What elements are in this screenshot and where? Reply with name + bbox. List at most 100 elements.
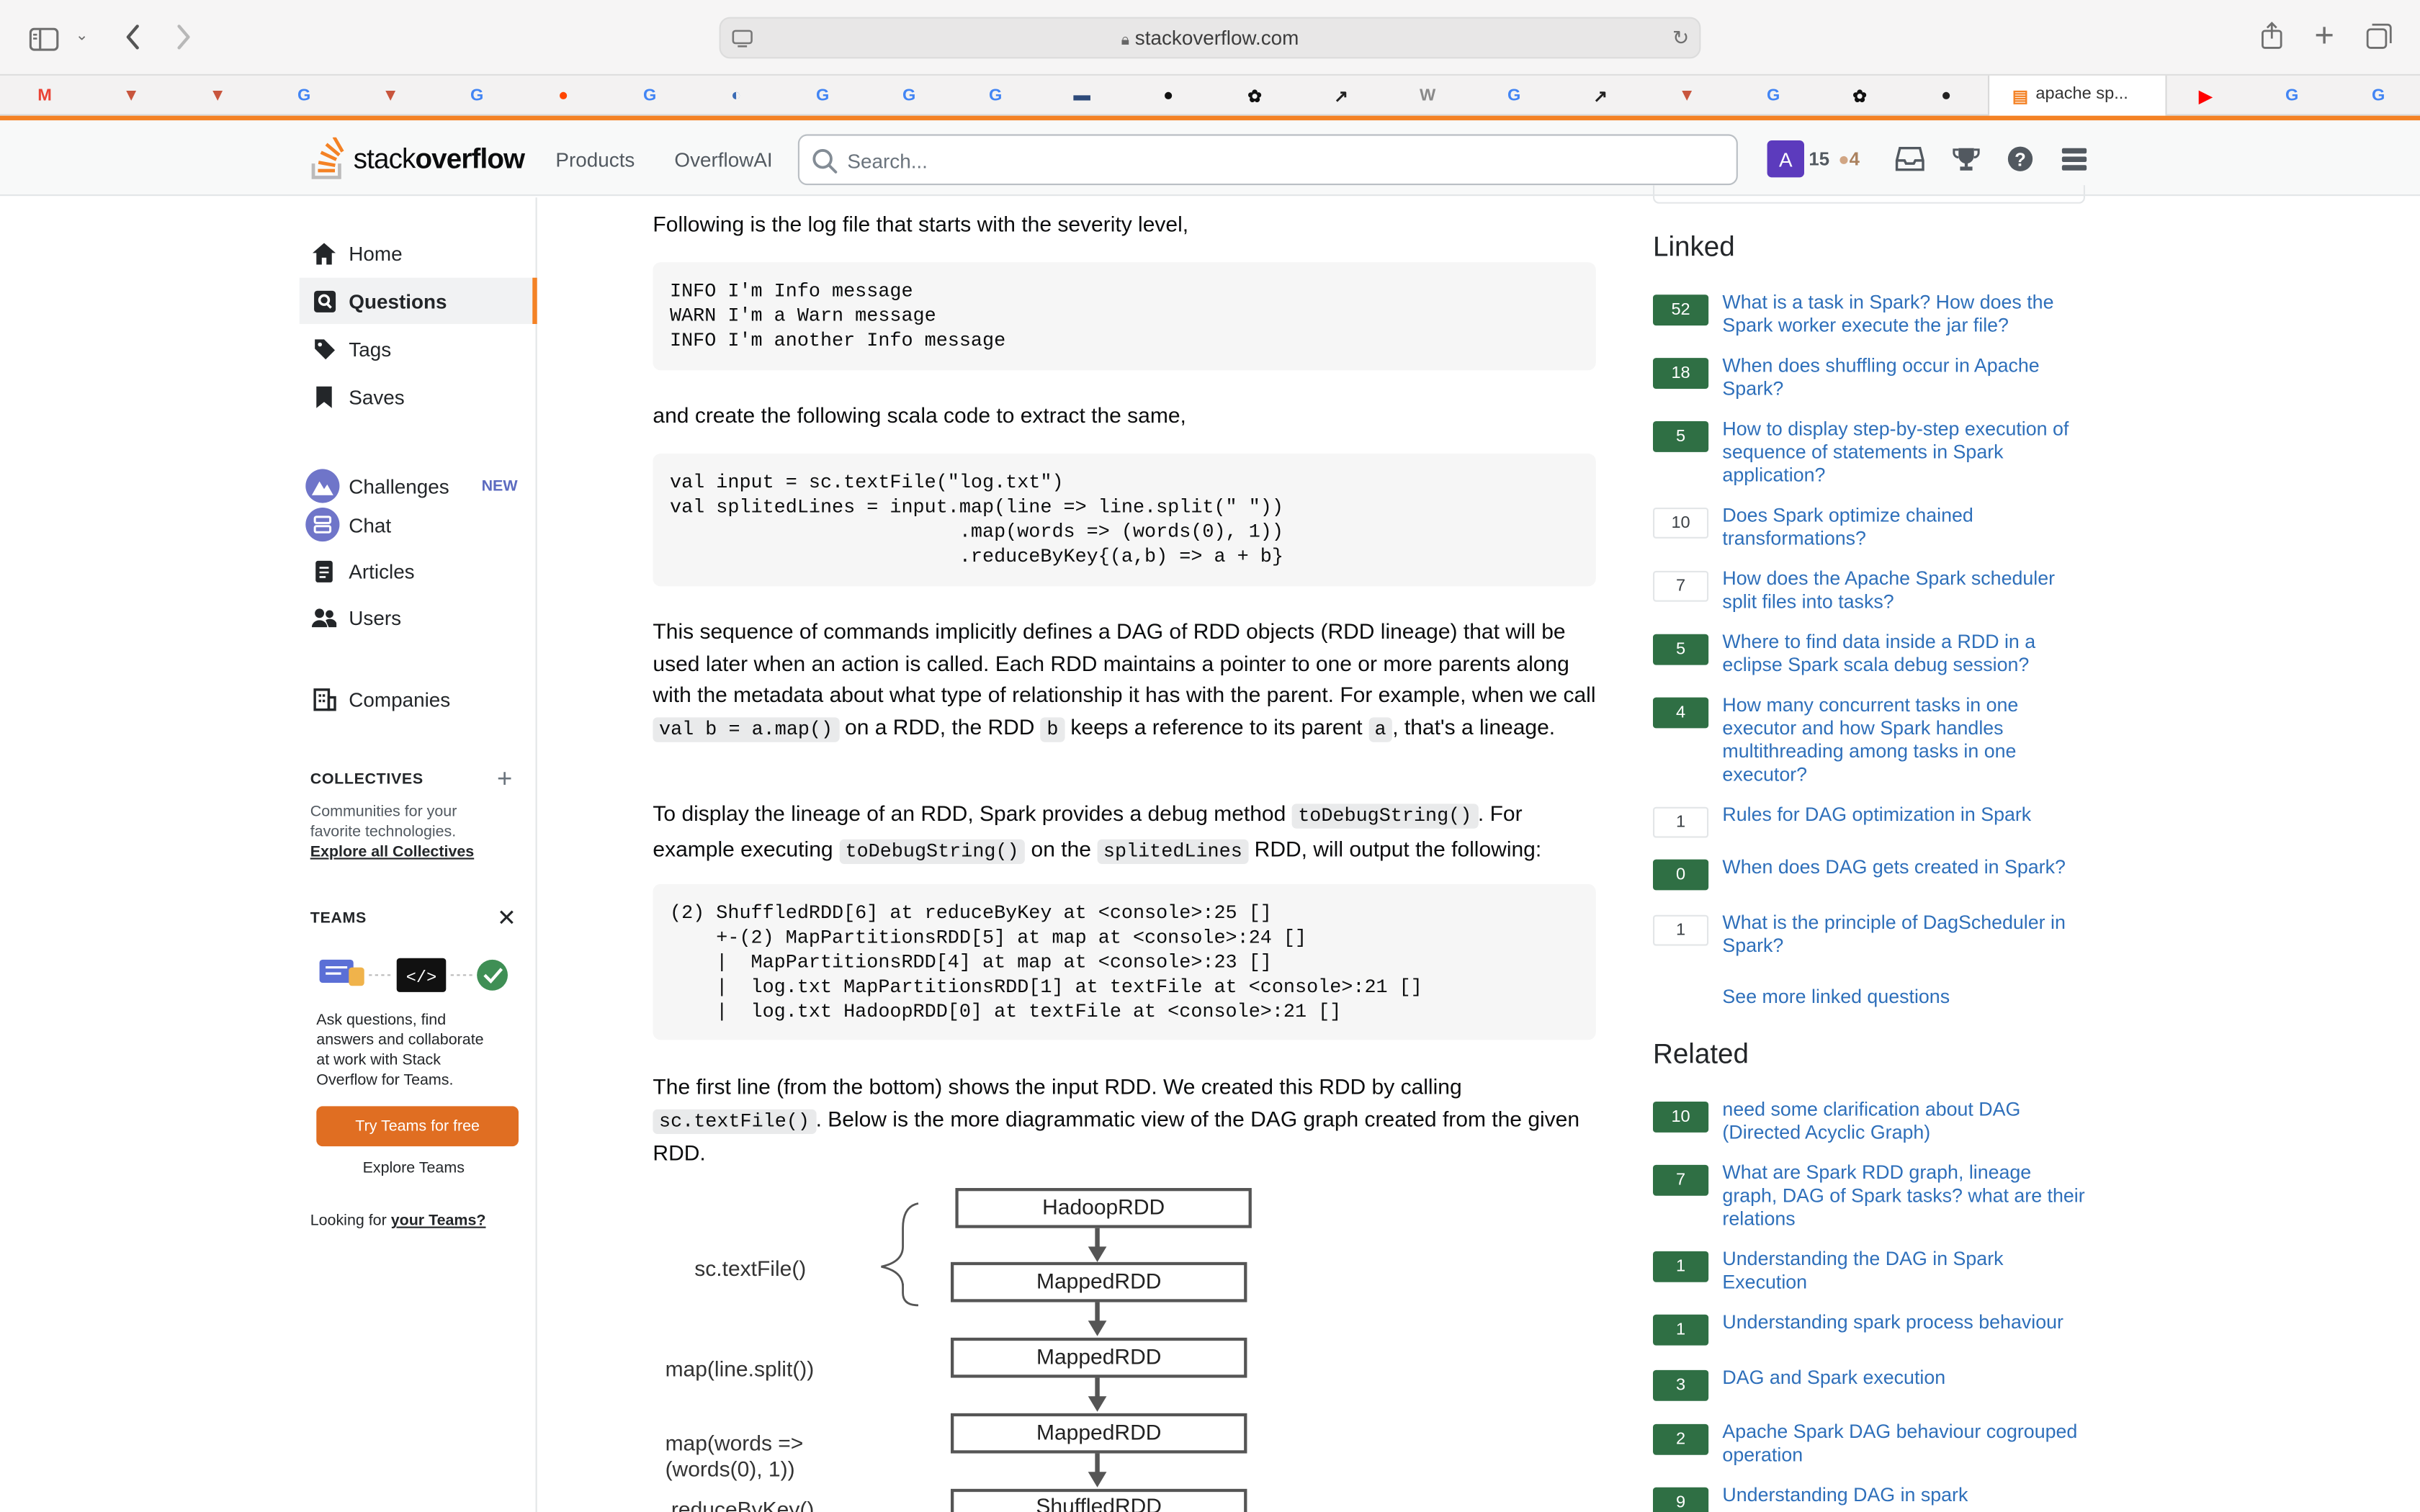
home-icon (312, 240, 336, 265)
vote-score-badge: 3 (1653, 1369, 1709, 1401)
question-link[interactable]: need some clarification about DAG (Direc… (1722, 1099, 2087, 1145)
trend-icon[interactable]: ↗ (1588, 84, 1613, 108)
sidebar-item-questions[interactable]: Questions (299, 277, 537, 324)
google-icon[interactable]: G (2366, 84, 2390, 108)
sidebar-item-home[interactable]: Home (300, 230, 537, 276)
bronze-badge-count: ●4 (1838, 148, 1860, 170)
stackoverflow-logo[interactable]: stackoverflow (310, 136, 525, 182)
sidebar-item-articles[interactable]: Articles (300, 548, 537, 594)
search-input[interactable]: Search... (797, 134, 1738, 186)
search-placeholder: Search... (847, 149, 928, 173)
site-switcher-icon[interactable] (2059, 143, 2090, 174)
forward-arrow-icon[interactable] (171, 23, 196, 51)
question-link[interactable]: How many concurrent tasks in one executo… (1722, 694, 2087, 787)
gmail-icon[interactable]: M (32, 84, 57, 108)
google-icon[interactable]: G (810, 84, 835, 108)
openai-icon[interactable]: ✿ (1242, 84, 1267, 108)
nav-products[interactable]: Products (555, 148, 635, 171)
question-link[interactable]: DAG and Spark execution (1722, 1367, 2087, 1390)
question-link[interactable]: What are Spark RDD graph, lineage graph,… (1722, 1162, 2087, 1231)
window-icon[interactable]: ▬ (1070, 84, 1094, 108)
avatar[interactable]: A (1767, 140, 1804, 178)
google-icon[interactable]: G (2280, 84, 2304, 108)
sidebar-item-companies[interactable]: Companies (300, 676, 537, 722)
your-teams-link[interactable]: your Teams? (391, 1212, 486, 1230)
shield-bookmark-icon[interactable]: ▼ (1675, 84, 1699, 108)
paragraph-log-intro: Following is the log file that starts wi… (653, 211, 1189, 236)
address-bar[interactable]: 🔒︎ stackoverflow.com ↻ (719, 17, 1701, 59)
explore-teams-link[interactable]: Explore Teams (363, 1158, 465, 1179)
shield-bookmark-icon[interactable]: ▼ (119, 84, 143, 108)
sidebar-item-tags[interactable]: Tags (300, 325, 537, 372)
code-block-scala: val input = sc.textFile("log.txt") val s… (653, 454, 1596, 587)
dark-circle-icon[interactable]: ● (1934, 84, 1958, 108)
google-icon[interactable]: G (637, 84, 662, 108)
google-icon[interactable]: G (1502, 84, 1526, 108)
question-link[interactable]: When does shuffling occur in Apache Spar… (1722, 355, 2087, 401)
youtube-icon[interactable]: ▶ (2193, 84, 2218, 108)
question-link[interactable]: Apache Spark DAG behaviour cogrouped ope… (1722, 1421, 2087, 1467)
question-link[interactable]: Where to find data inside a RDD in a ecl… (1722, 631, 2087, 677)
sidebar-item-label: Questions (349, 289, 447, 312)
tab-overview-icon[interactable] (2363, 20, 2394, 51)
companies-icon (312, 687, 336, 711)
google-icon[interactable]: G (1761, 84, 1785, 108)
stackoverflow-logo-icon (311, 137, 344, 179)
vote-score-badge: 1 (1653, 914, 1709, 946)
question-link[interactable]: Understanding DAG in spark (1722, 1484, 2087, 1507)
vote-score-badge: 2 (1653, 1423, 1709, 1455)
reddit-icon[interactable]: ● (551, 84, 575, 108)
nav-overflowai[interactable]: OverflowAI (674, 148, 772, 171)
question-link[interactable]: Does Spark optimize chained transformati… (1722, 505, 2087, 551)
question-link[interactable]: What is a task in Spark? How does the Sp… (1722, 292, 2087, 338)
inline-code: a (1368, 716, 1393, 742)
question-link[interactable]: Understanding the DAG in Spark Execution (1722, 1248, 2087, 1295)
challenges-icon (305, 469, 340, 503)
try-teams-button[interactable]: Try Teams for free (316, 1106, 519, 1147)
inbox-icon[interactable] (1894, 143, 1924, 174)
trend-icon[interactable]: ↗ (1329, 84, 1353, 108)
sidebar-item-saves[interactable]: Saves (300, 374, 537, 420)
sidebar-item-chat[interactable]: Chat (300, 501, 537, 547)
question-link[interactable]: How does the Apache Spark scheduler spli… (1722, 568, 2087, 614)
chevron-down-icon[interactable]: ⌄ (73, 26, 91, 48)
shield-bookmark-icon[interactable]: ▼ (205, 84, 230, 108)
vote-score-badge: 5 (1653, 634, 1709, 665)
questions-icon (312, 289, 336, 313)
loop-icon[interactable]: ◐ (724, 84, 748, 108)
vote-score-badge: 10 (1653, 1102, 1709, 1133)
question-link[interactable]: Rules for DAG optimization in Spark (1722, 804, 2087, 827)
inline-code: toDebugString() (838, 838, 1026, 863)
inline-code: sc.textFile() (653, 1108, 816, 1133)
google-icon[interactable]: G (465, 84, 489, 108)
sidebar-item-label: Articles (349, 559, 415, 582)
share-icon[interactable] (2257, 20, 2287, 51)
reload-icon[interactable]: ↻ (1668, 26, 1693, 50)
help-icon[interactable]: ? (2005, 143, 2036, 174)
openai-icon[interactable]: ✿ (1847, 84, 1872, 108)
question-link[interactable]: When does DAG gets created in Spark? (1722, 856, 2087, 879)
shield-bookmark-icon[interactable]: ▼ (378, 84, 403, 108)
github-icon[interactable]: ● (1156, 84, 1180, 108)
w-icon[interactable]: W (1415, 84, 1440, 108)
back-arrow-icon[interactable] (120, 23, 145, 51)
see-more-linked-link[interactable]: See more linked questions (1722, 986, 1950, 1007)
inline-code: val b = a.map() (653, 716, 839, 742)
new-tab-icon[interactable]: + (2309, 18, 2340, 52)
question-link[interactable]: Understanding spark process behaviour (1722, 1311, 2087, 1334)
google-icon[interactable]: G (983, 84, 1008, 108)
paragraph-debug-string: To display the lineage of an RDD, Spark … (653, 798, 1595, 867)
close-icon[interactable]: ✕ (497, 904, 516, 932)
google-icon[interactable]: G (897, 84, 921, 108)
question-link[interactable]: How to display step-by-step execution of… (1722, 418, 2087, 487)
add-collective-icon[interactable]: + (497, 764, 512, 795)
text-span: The first line (from the bottom) shows t… (653, 1074, 1462, 1099)
question-link[interactable]: What is the principle of DagScheduler in… (1722, 912, 2087, 958)
active-tab[interactable]: ▤ apache sp... (1988, 76, 2167, 116)
dag-step-label: sc.textFile() (694, 1256, 807, 1281)
explore-collectives-link[interactable]: Explore all Collectives (310, 842, 475, 863)
achievements-trophy-icon[interactable] (1951, 143, 1982, 174)
google-icon[interactable]: G (292, 84, 316, 108)
sidebar-toggle-icon[interactable] (28, 24, 59, 53)
sidebar-item-users[interactable]: Users (300, 594, 537, 640)
